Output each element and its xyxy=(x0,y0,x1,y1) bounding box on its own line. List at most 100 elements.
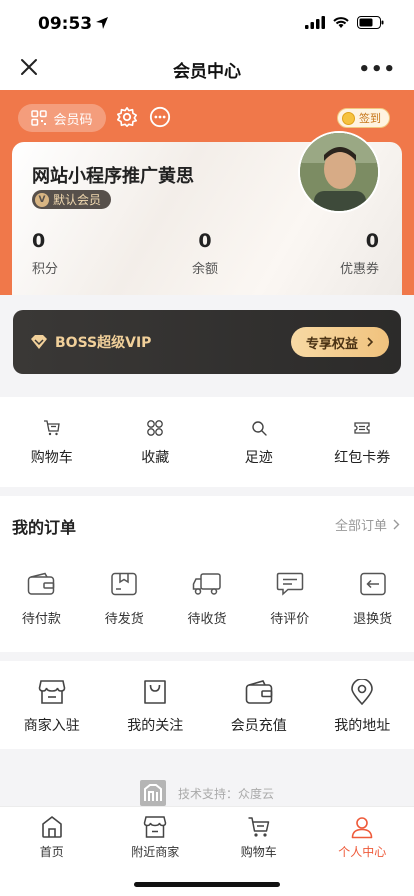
coupons-label: 优惠券 xyxy=(339,262,379,277)
tab-home[interactable]: 首页 xyxy=(0,807,104,896)
sign-in-button[interactable]: 签到 xyxy=(337,108,390,128)
quick-link-footprint[interactable]: 足迹 xyxy=(207,419,311,467)
quick-link-collection[interactable]: 收藏 xyxy=(104,419,208,467)
qr-code-icon xyxy=(31,110,48,126)
vip-banner[interactable]: BOSS超级VIP 专享权益 xyxy=(13,310,401,374)
person-icon xyxy=(351,817,373,839)
signal-icon xyxy=(305,16,325,29)
quick-link-label: 红包卡券 xyxy=(334,450,391,466)
tab-label: 购物车 xyxy=(240,845,277,859)
vip-title: BOSS超级VIP xyxy=(55,335,152,351)
cart-icon xyxy=(43,420,60,436)
vip-benefits-label: 专享权益 xyxy=(305,336,358,352)
battery-icon xyxy=(357,16,384,29)
order-pending-shipment[interactable]: 待发货 xyxy=(83,572,166,627)
sign-in-label: 签到 xyxy=(359,112,381,125)
order-status-label: 待评价 xyxy=(270,612,310,627)
all-orders-label: 全部订单 xyxy=(334,519,387,534)
home-indicator xyxy=(134,882,280,887)
cart-icon xyxy=(248,817,269,837)
balance-value: 0 xyxy=(198,230,212,252)
avatar[interactable] xyxy=(298,131,380,213)
package-icon xyxy=(111,572,137,596)
tab-label: 附近商家 xyxy=(131,845,180,859)
quick-links: 购物车 收藏 足迹 红包卡券 xyxy=(0,397,414,487)
order-status-label: 待发货 xyxy=(104,612,144,627)
balance-stat[interactable]: 0 余额 xyxy=(192,230,218,277)
orders-title: 我的订单 xyxy=(12,518,77,537)
quick-link-coupons[interactable]: 红包卡券 xyxy=(311,419,414,467)
home-icon xyxy=(41,816,62,838)
location-icon xyxy=(351,679,374,705)
tab-label: 首页 xyxy=(39,845,64,859)
service-label: 会员充值 xyxy=(230,718,287,734)
quick-link-cart[interactable]: 购物车 xyxy=(0,419,104,467)
store-icon xyxy=(143,816,167,838)
footprint-search-icon xyxy=(252,421,267,436)
coin-icon xyxy=(342,111,355,125)
zhongduyun-logo-mark xyxy=(143,784,162,801)
comment-icon xyxy=(276,572,304,596)
status-time: 09:53 xyxy=(38,14,109,34)
status-time-text: 09:53 xyxy=(38,14,93,34)
wifi-icon xyxy=(333,17,349,28)
member-level-badge: V 默认会员 xyxy=(32,190,112,209)
quick-link-label: 足迹 xyxy=(244,450,273,466)
my-orders: 我的订单 全部订单 待付款 待发货 待收货 待评价 退换货 xyxy=(0,496,414,652)
page-title: 会员中心 xyxy=(173,62,241,82)
settings-gear-icon[interactable] xyxy=(116,106,138,128)
nav-bar: 会员中心 ••• xyxy=(0,46,414,90)
tab-label: 个人中心 xyxy=(338,845,387,859)
services: 商家入驻 我的关注 会员充值 我的地址 xyxy=(0,661,414,749)
order-returns[interactable]: 退换货 xyxy=(331,572,414,627)
quick-link-label: 收藏 xyxy=(141,450,170,466)
powered-by: 技术支持：众度云 xyxy=(0,780,414,806)
avatar-photo xyxy=(300,133,378,211)
bag-icon xyxy=(144,680,167,704)
service-label: 我的地址 xyxy=(334,718,391,734)
service-my-address[interactable]: 我的地址 xyxy=(311,679,414,735)
truck-icon xyxy=(192,573,221,595)
chevron-right-icon xyxy=(367,337,374,347)
coupons-stat[interactable]: 0 优惠券 xyxy=(340,230,379,277)
service-label: 商家入驻 xyxy=(23,718,80,734)
tab-personal-center[interactable]: 个人中心 xyxy=(311,807,414,896)
member-code-button[interactable]: 会员码 xyxy=(18,104,106,132)
service-member-recharge[interactable]: 会员充值 xyxy=(207,679,311,735)
status-bar: 09:53 xyxy=(0,0,414,46)
all-orders-link[interactable]: 全部订单 xyxy=(335,515,400,534)
order-status-label: 待付款 xyxy=(21,612,61,627)
order-pending-receipt[interactable]: 待收货 xyxy=(166,572,249,627)
wallet-icon xyxy=(245,680,273,704)
coupon-icon xyxy=(354,422,370,434)
service-merchant-join[interactable]: 商家入驻 xyxy=(0,679,104,735)
points-stat[interactable]: 0 积分 xyxy=(32,230,58,277)
coupons-value: 0 xyxy=(365,230,379,252)
vip-brand: BOSS超级VIP xyxy=(29,332,151,352)
member-name: 网站小程序推广黄思 xyxy=(32,166,194,187)
points-label: 积分 xyxy=(32,262,59,277)
member-level-label: 默认会员 xyxy=(53,193,102,207)
points-value: 0 xyxy=(32,230,46,252)
quick-link-label: 购物车 xyxy=(30,450,73,466)
status-indicators xyxy=(305,16,384,29)
vip-benefits-button[interactable]: 专享权益 xyxy=(291,327,389,357)
member-code-label: 会员码 xyxy=(53,112,93,128)
powered-by-text: 技术支持：众度云 xyxy=(177,786,274,801)
wallet-icon xyxy=(28,572,55,595)
diamond-icon xyxy=(31,335,47,349)
shop-icon xyxy=(38,680,66,704)
location-arrow-icon xyxy=(96,17,109,29)
service-label: 我的关注 xyxy=(127,718,184,734)
zhongduyun-logo-icon xyxy=(139,780,166,806)
message-icon[interactable] xyxy=(149,106,171,128)
order-pending-payment[interactable]: 待付款 xyxy=(0,572,83,627)
order-status-label: 退换货 xyxy=(353,612,393,627)
return-icon xyxy=(359,572,386,596)
order-status-label: 待收货 xyxy=(187,612,227,627)
chevron-right-icon xyxy=(393,519,400,530)
order-pending-review[interactable]: 待评价 xyxy=(248,572,331,627)
collection-icon xyxy=(147,420,164,436)
more-menu-icon[interactable]: ••• xyxy=(358,59,396,80)
service-my-follows[interactable]: 我的关注 xyxy=(104,679,208,735)
